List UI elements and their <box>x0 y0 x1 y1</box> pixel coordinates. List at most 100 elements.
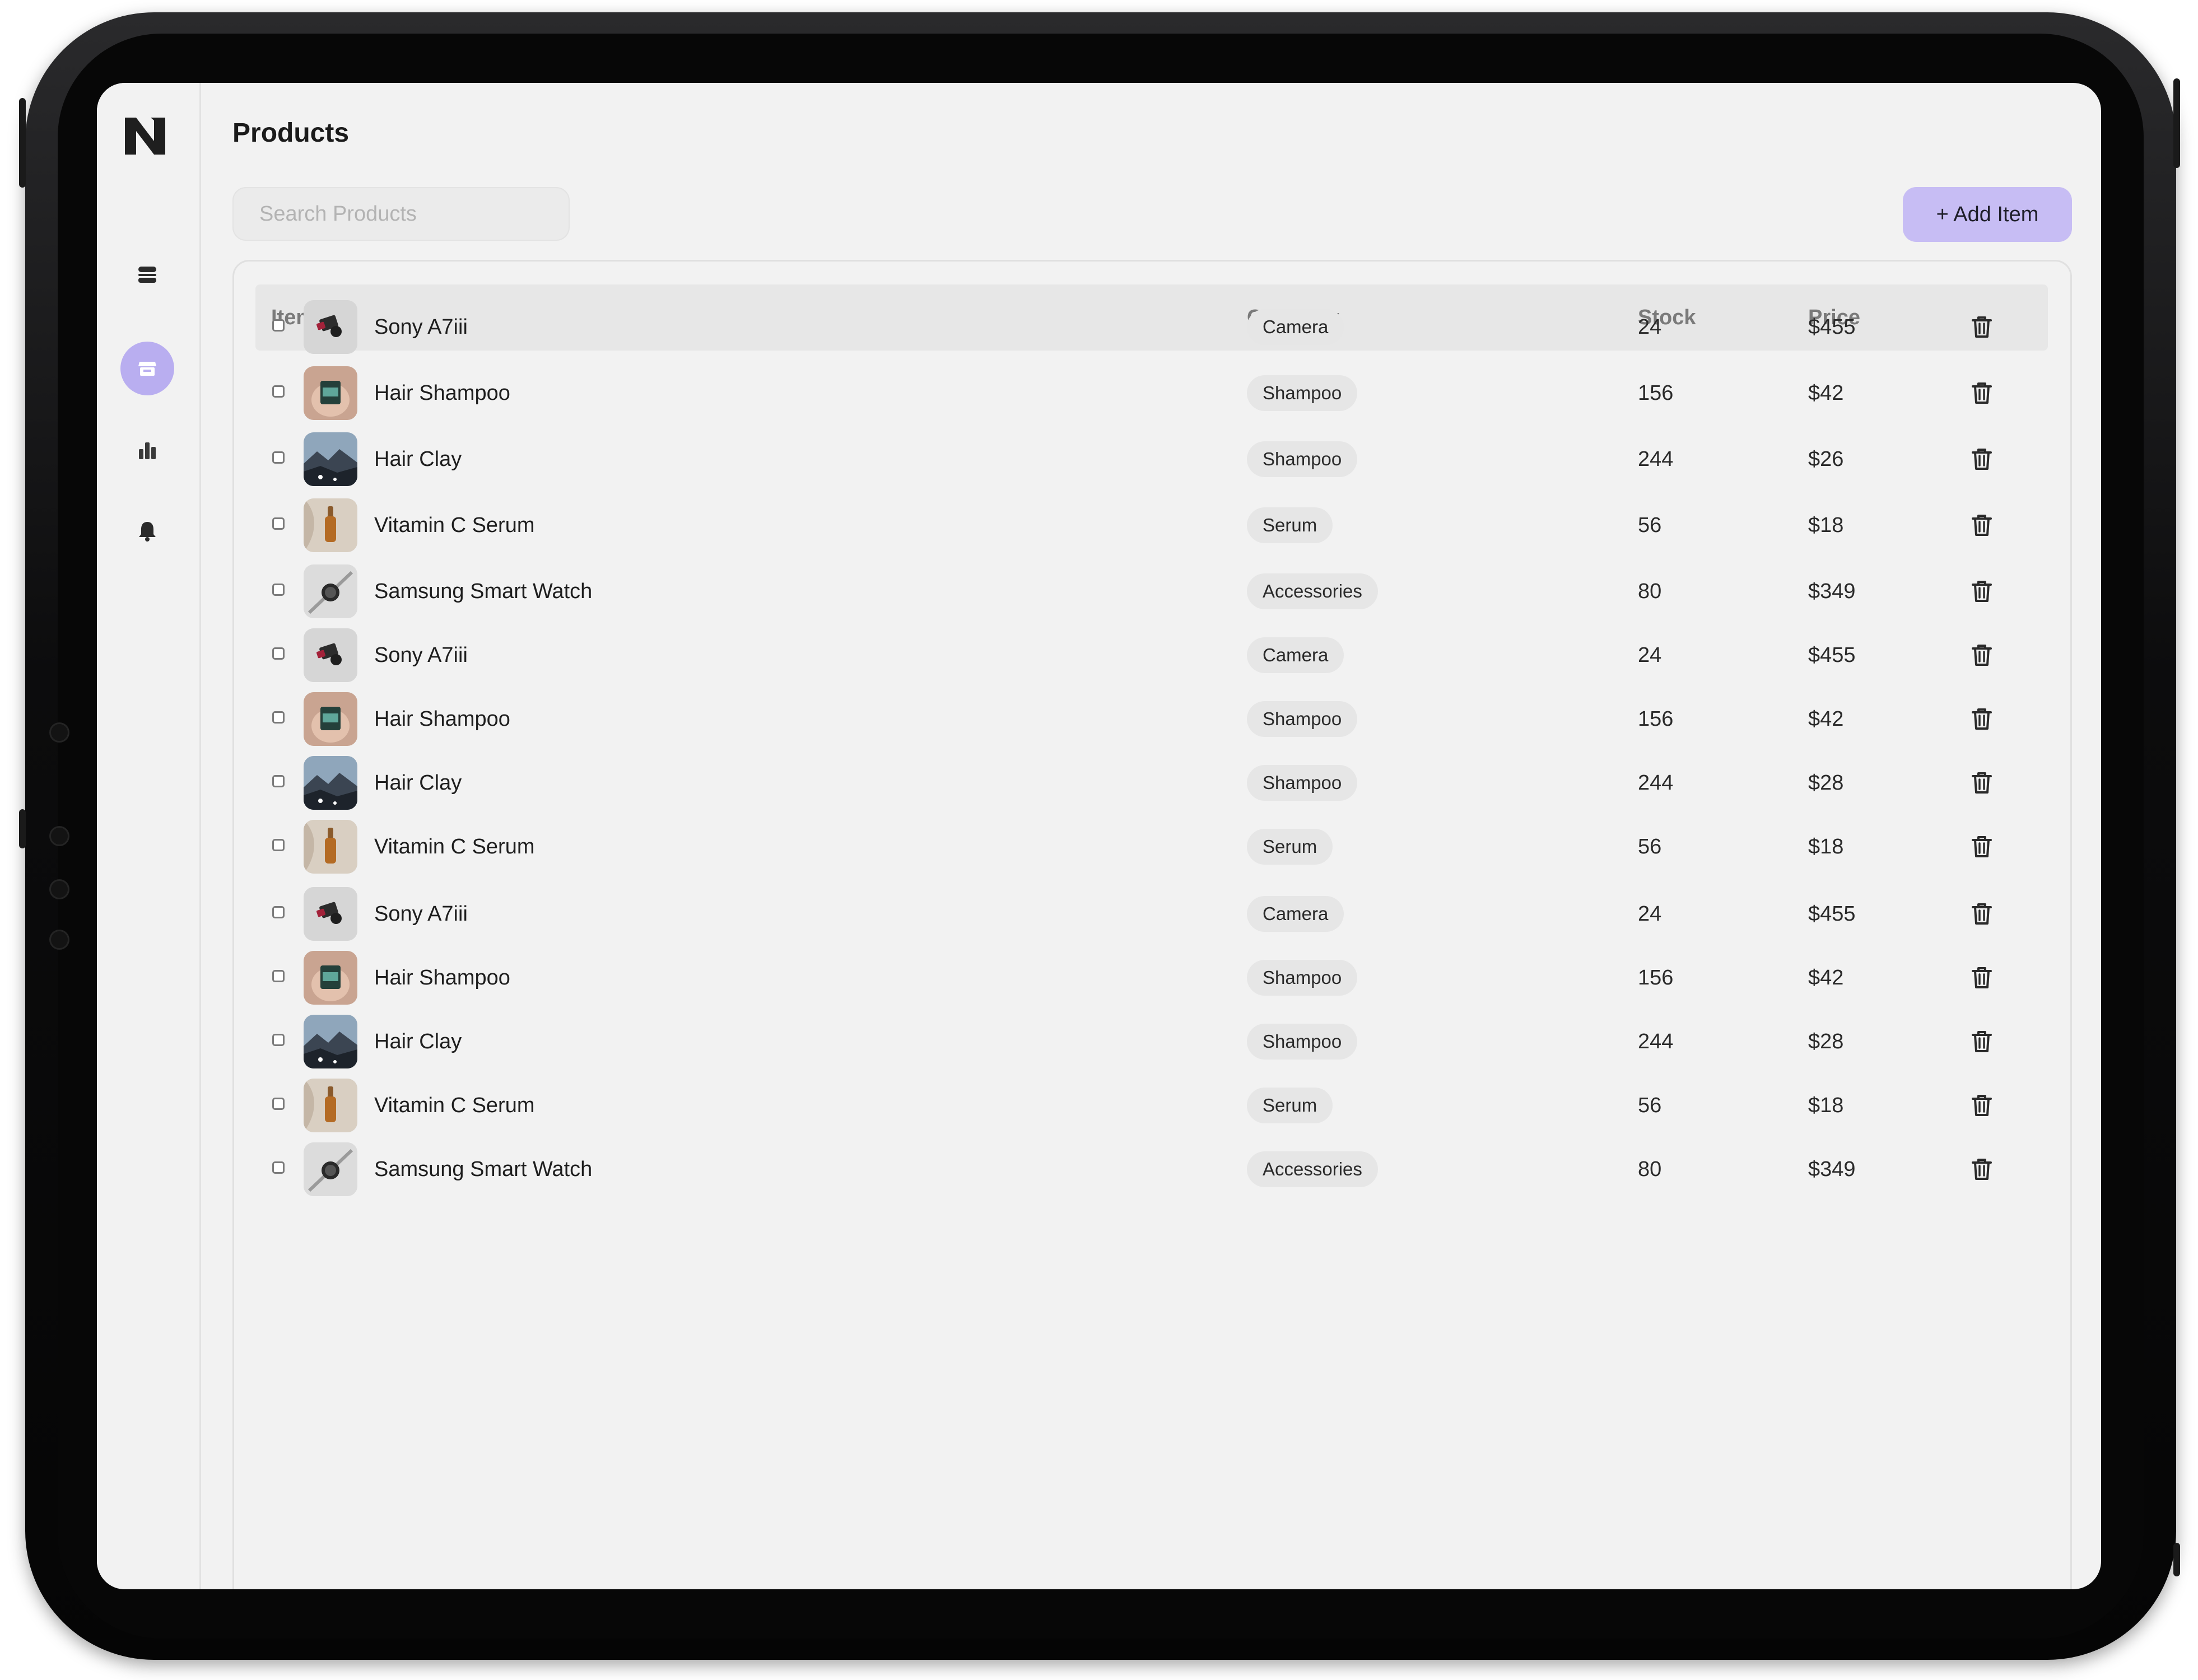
stock-value: 156 <box>1638 966 1674 990</box>
table-row[interactable]: Sony A7iii Camera 24 $455 <box>255 880 2048 948</box>
price-value: $455 <box>1808 902 1856 926</box>
delete-button[interactable] <box>1968 314 1995 340</box>
row-checkbox[interactable] <box>272 906 285 918</box>
menu-icon <box>138 267 156 283</box>
row-checkbox[interactable] <box>272 584 285 596</box>
row-checkbox[interactable] <box>272 319 285 332</box>
delete-button[interactable] <box>1968 642 1995 669</box>
store-icon <box>138 362 156 376</box>
table-row[interactable]: Vitamin C Serum Serum 56 $18 <box>255 492 2048 559</box>
table-row[interactable]: Sony A7iii Camera 24 $455 <box>255 293 2048 361</box>
delete-button[interactable] <box>1968 833 1995 860</box>
table-row[interactable]: Hair Clay Shampoo 244 $28 <box>255 1008 2048 1075</box>
product-thumbnail <box>304 692 357 746</box>
table-row[interactable]: Hair Shampoo Shampoo 156 $42 <box>255 360 2048 427</box>
sidebar-item-analytics[interactable] <box>120 423 174 477</box>
stock-value: 56 <box>1638 835 1662 858</box>
camera-product-icon <box>304 300 357 354</box>
trash-icon <box>1972 1031 1992 1052</box>
row-checkbox[interactable] <box>272 451 285 464</box>
category-badge: Camera <box>1247 309 1344 345</box>
table-row[interactable]: Sony A7iii Camera 24 $455 <box>255 622 2048 689</box>
sidebar-item-notifications[interactable] <box>120 504 174 558</box>
category-badge: Camera <box>1247 637 1344 673</box>
category-badge: Shampoo <box>1247 701 1358 737</box>
table-row[interactable]: Hair Shampoo Shampoo 156 $42 <box>255 685 2048 753</box>
category-badge: Shampoo <box>1247 375 1358 411</box>
row-checkbox[interactable] <box>272 647 285 660</box>
price-value: $42 <box>1808 966 1844 990</box>
category-badge: Serum <box>1247 1088 1333 1123</box>
product-thumbnail <box>304 1142 357 1196</box>
table-row[interactable]: Vitamin C Serum Serum 56 $18 <box>255 1072 2048 1139</box>
shampoo-product-icon <box>304 951 357 1005</box>
delete-button[interactable] <box>1968 380 1995 407</box>
table-row[interactable]: Samsung Smart Watch Accessories 80 $349 <box>255 1136 2048 1203</box>
row-checkbox[interactable] <box>272 1098 285 1110</box>
product-name: Hair Shampoo <box>374 966 510 990</box>
camera-product-icon <box>304 628 357 682</box>
price-value: $455 <box>1808 643 1856 667</box>
stock-value: 244 <box>1638 771 1674 795</box>
sidebar-item-store[interactable] <box>120 342 174 395</box>
product-name: Samsung Smart Watch <box>374 580 593 603</box>
product-thumbnail <box>304 564 357 618</box>
clay-product-icon <box>304 756 357 810</box>
delete-button[interactable] <box>1968 1028 1995 1055</box>
serum-product-icon <box>304 820 357 874</box>
table-row[interactable]: Hair Clay Shampoo 244 $26 <box>255 426 2048 493</box>
table-row[interactable]: Hair Clay Shampoo 244 $28 <box>255 749 2048 816</box>
product-thumbnail <box>304 887 357 941</box>
delete-button[interactable] <box>1968 578 1995 605</box>
watch-product-icon <box>304 564 357 618</box>
row-checkbox[interactable] <box>272 1161 285 1174</box>
category-badge: Accessories <box>1247 573 1378 609</box>
bell-icon <box>139 522 156 542</box>
row-checkbox[interactable] <box>272 775 285 787</box>
product-thumbnail <box>304 432 357 486</box>
delete-button[interactable] <box>1968 964 1995 991</box>
delete-button[interactable] <box>1968 1156 1995 1183</box>
category-badge: Serum <box>1247 507 1333 543</box>
row-checkbox[interactable] <box>272 1034 285 1046</box>
serum-product-icon <box>304 498 357 552</box>
stock-value: 244 <box>1638 447 1674 471</box>
app-screen: Products + Add Item Item Category Stock … <box>97 83 2101 1589</box>
delete-button[interactable] <box>1968 512 1995 539</box>
search-input[interactable] <box>232 187 570 241</box>
product-name: Hair Shampoo <box>374 707 510 731</box>
serum-product-icon <box>304 1079 357 1132</box>
product-thumbnail <box>304 1015 357 1068</box>
price-value: $26 <box>1808 447 1844 471</box>
product-name: Vitamin C Serum <box>374 835 535 858</box>
camera-icon <box>49 826 69 846</box>
row-checkbox[interactable] <box>272 517 285 530</box>
delete-button[interactable] <box>1968 446 1995 473</box>
camera-icon <box>49 879 69 899</box>
trash-icon <box>1972 1159 1992 1180</box>
product-name: Samsung Smart Watch <box>374 1158 593 1181</box>
row-checkbox[interactable] <box>272 970 285 982</box>
row-checkbox[interactable] <box>272 839 285 851</box>
stock-value: 24 <box>1638 643 1662 667</box>
category-badge: Shampoo <box>1247 1024 1358 1060</box>
delete-button[interactable] <box>1968 1092 1995 1119</box>
add-item-button[interactable]: + Add Item <box>1903 187 2072 242</box>
trash-icon <box>1972 449 1992 470</box>
bar-chart-icon <box>139 442 156 459</box>
table-row[interactable]: Samsung Smart Watch Accessories 80 $349 <box>255 558 2048 625</box>
product-name: Vitamin C Serum <box>374 514 535 537</box>
sidebar-item-menu[interactable] <box>120 248 174 301</box>
row-checkbox[interactable] <box>272 385 285 398</box>
product-thumbnail <box>304 498 357 552</box>
product-name: Hair Shampoo <box>374 381 510 405</box>
side-button <box>2173 1543 2180 1576</box>
delete-button[interactable] <box>1968 769 1995 796</box>
table-row[interactable]: Vitamin C Serum Serum 56 $18 <box>255 813 2048 880</box>
delete-button[interactable] <box>1968 900 1995 927</box>
brand-logo-icon[interactable] <box>125 118 165 155</box>
category-badge: Serum <box>1247 829 1333 865</box>
row-checkbox[interactable] <box>272 711 285 724</box>
table-row[interactable]: Hair Shampoo Shampoo 156 $42 <box>255 944 2048 1011</box>
delete-button[interactable] <box>1968 706 1995 732</box>
